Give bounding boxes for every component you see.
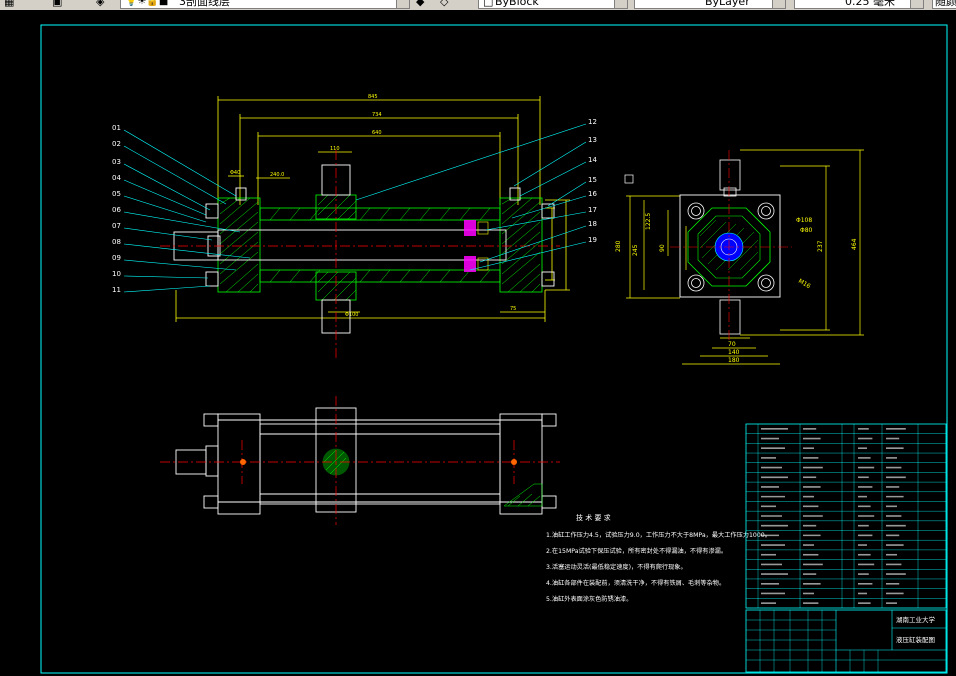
lineweight-value: 0.25 毫米 [845, 0, 895, 8]
note-2: 2.在15MPa试验下保压试验，所有密封处不得漏油，不得有渗漏。 [546, 547, 727, 555]
outer-frame [40, 24, 948, 674]
svg-text:Φ108: Φ108 [796, 217, 812, 224]
layer-icon[interactable]: ▦ [4, 0, 14, 9]
layer-combo[interactable]: 💡☀🔓■ 3剖面线层 [120, 0, 410, 9]
color-combo[interactable]: □ ByBlock [478, 0, 628, 9]
svg-text:640: 640 [372, 130, 382, 136]
callout-06: 06 [112, 206, 121, 214]
color-value: ByBlock [495, 0, 539, 8]
layer-prev-icon[interactable]: ◆ [416, 0, 424, 9]
linetype-combo[interactable]: ByLayer [634, 0, 786, 9]
plotstyle-value: 随颜 [935, 0, 956, 8]
callout-02: 02 [112, 140, 121, 148]
section-view: 845 734 640 110 240.0 Φ40 Φ100 75 01 02 … [112, 94, 597, 360]
linetype-value: ByLayer [705, 0, 750, 8]
callout-04: 04 [112, 174, 121, 182]
top-view [160, 396, 560, 525]
callout-03: 03 [112, 158, 121, 166]
svg-text:734: 734 [372, 112, 382, 118]
layer-name: 3剖面线层 [179, 0, 230, 8]
callout-10: 10 [112, 270, 121, 278]
svg-text:Φ40: Φ40 [230, 170, 240, 176]
svg-text:140: 140 [728, 349, 740, 356]
note-5: 5.油缸外表面涂灰色防锈油漆。 [546, 595, 632, 603]
svg-text:280: 280 [615, 240, 622, 252]
note-3: 3.活塞运动灵活(最低稳定速度)，不得有爬行现象。 [546, 563, 687, 571]
svg-text:70: 70 [728, 341, 736, 348]
technical-notes: 技 术 要 求 1.油缸工作压力4.5，试验压力9.0，工作压力不大于8MPa，… [546, 513, 771, 603]
chevron-down-icon[interactable] [396, 0, 409, 8]
svg-text:845: 845 [368, 94, 378, 100]
svg-text:180: 180 [728, 357, 740, 364]
chevron-down-icon[interactable] [910, 0, 923, 8]
callout-19: 19 [588, 236, 597, 244]
svg-text:75: 75 [510, 306, 516, 312]
layer-manager-icon[interactable]: ▣ [52, 0, 62, 9]
chevron-down-icon[interactable] [614, 0, 627, 8]
callout-14: 14 [588, 156, 597, 164]
svg-text:245: 245 [632, 244, 639, 256]
svg-text:90: 90 [659, 244, 666, 252]
callout-01: 01 [112, 124, 121, 132]
callout-16: 16 [588, 190, 597, 198]
plotstyle-combo[interactable]: 随颜 [932, 0, 956, 9]
callout-08: 08 [112, 238, 121, 246]
callout-18: 18 [588, 220, 597, 228]
callout-11: 11 [112, 286, 121, 294]
callout-15: 15 [588, 176, 597, 184]
notes-heading: 技 术 要 求 [576, 513, 611, 522]
note-4: 4.油缸各部件在装配前，须清洗干净，不得有铁屑、毛刺等杂物。 [546, 579, 725, 587]
title-drawing: 液压缸装配图 [896, 635, 935, 644]
side-view: 280 245 122.5 90 237 464 70 140 180 Φ108… [615, 149, 864, 365]
svg-text:Φ100: Φ100 [345, 312, 358, 318]
svg-text:110: 110 [330, 146, 340, 152]
callout-05: 05 [112, 190, 121, 198]
note-1: 1.油缸工作压力4.5，试验压力9.0，工作压力不大于8MPa，最大工作压力10… [546, 531, 771, 539]
callout-07: 07 [112, 222, 121, 230]
title-school: 湖南工业大学 [896, 615, 936, 624]
callout-09: 09 [112, 254, 121, 262]
svg-text:240.0: 240.0 [270, 172, 284, 178]
svg-text:464: 464 [851, 238, 858, 250]
svg-text:M16: M16 [797, 278, 812, 291]
layer-props-icon[interactable]: ◈ [96, 0, 104, 9]
callout-13: 13 [588, 136, 597, 144]
svg-text:122.5: 122.5 [645, 213, 652, 230]
chevron-down-icon[interactable] [772, 0, 785, 8]
svg-text:237: 237 [817, 240, 824, 252]
title-block: 湖南工业大学 液压缸装配图 [745, 609, 947, 673]
svg-text:Φ80: Φ80 [800, 227, 813, 234]
callout-17: 17 [588, 206, 597, 214]
parts-list [745, 423, 947, 609]
lineweight-combo[interactable]: 0.25 毫米 [794, 0, 924, 9]
callout-12: 12 [588, 118, 597, 126]
drawing-canvas[interactable]: 845 734 640 110 240.0 Φ40 Φ100 75 01 02 … [0, 10, 956, 676]
layer-states-icon[interactable]: ◇ [440, 0, 448, 9]
